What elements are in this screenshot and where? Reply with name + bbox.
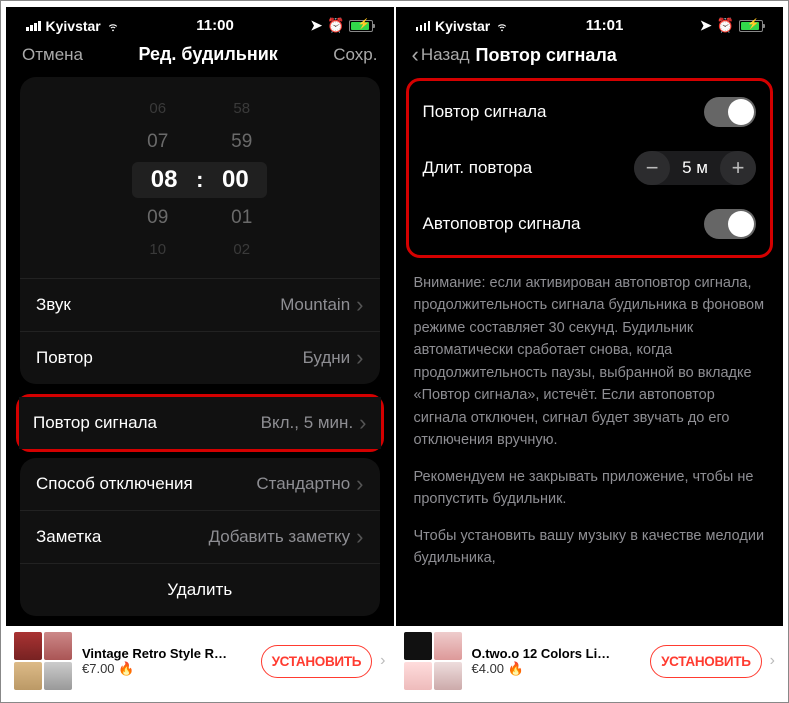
- row-duration: Длит. повтора − 5 м +: [417, 139, 763, 197]
- info-paragraph: Рекомендуем не закрывать приложение, что…: [414, 466, 766, 511]
- row-label: Автоповтор сигнала: [423, 214, 581, 234]
- ad-thumbnails: [14, 632, 74, 690]
- ad-thumbnails: [404, 632, 464, 690]
- alarm-panel-2: Способ отключения Стандартно › Заметка До…: [20, 458, 380, 616]
- ad-price: €7.00 🔥: [82, 661, 134, 676]
- chevron-right-icon: ›: [380, 652, 385, 670]
- row-snooze-toggle: Повтор сигнала: [417, 85, 763, 139]
- row-label: Повтор сигнала: [423, 102, 547, 122]
- page-title: Ред. будильник: [138, 44, 277, 65]
- phone-left: Kyivstar 11:00 ➤ ⏰ ⚡ Отмена Ред. будильн…: [6, 7, 394, 696]
- stepper-minus-button[interactable]: −: [634, 151, 670, 185]
- highlight-snooze: Повтор сигнала Вкл., 5 мин.›: [16, 394, 384, 452]
- ad-install-button[interactable]: УСТАНОВИТЬ: [261, 645, 373, 678]
- chevron-left-icon: ‹: [412, 44, 419, 66]
- picker-hour: 07: [126, 124, 190, 160]
- ad-banner[interactable]: Vintage Retro Style R… €7.00 🔥 УСТАНОВИТ…: [6, 626, 394, 696]
- picker-colon: :: [196, 167, 203, 193]
- status-bar: Kyivstar 11:00 ➤ ⏰ ⚡: [6, 7, 394, 38]
- ad-title: Vintage Retro Style R…: [82, 646, 232, 661]
- status-time: 11:01: [586, 17, 624, 34]
- nav-bar: ‹ Назад Повтор сигнала: [396, 38, 784, 78]
- picker-hour-selected[interactable]: 08: [132, 162, 196, 198]
- chevron-right-icon: ›: [356, 294, 363, 316]
- row-label: Повтор: [36, 348, 93, 368]
- row-label: Заметка: [36, 527, 101, 547]
- row-sound[interactable]: Звук Mountain ›: [20, 278, 380, 331]
- picker-min: 01: [210, 200, 274, 236]
- battery-icon: ⚡: [739, 20, 763, 32]
- wifi-icon: [106, 19, 120, 33]
- picker-min: 58: [210, 95, 274, 124]
- signal-icon: [26, 21, 41, 31]
- time-picker[interactable]: 06 07 58 59 08 : 00: [20, 77, 380, 278]
- info-paragraph: Внимание: если активирован автоповтор си…: [414, 272, 766, 452]
- location-icon: ➤: [700, 17, 712, 34]
- alarm-icon: ⏰: [717, 17, 734, 34]
- row-value: Mountain: [280, 295, 350, 315]
- nav-bar: Отмена Ред. будильник Сохр.: [6, 38, 394, 77]
- back-button[interactable]: ‹ Назад: [412, 44, 470, 66]
- page-title: Повтор сигнала: [476, 45, 617, 66]
- carrier-label: Kyivstar: [46, 18, 101, 34]
- status-bar: Kyivstar 11:01 ➤ ⏰ ⚡: [396, 7, 784, 38]
- info-text: Внимание: если активирован автоповтор си…: [396, 258, 784, 598]
- signal-icon: [416, 21, 431, 31]
- row-note[interactable]: Заметка Добавить заметку›: [20, 510, 380, 563]
- stepper-plus-button[interactable]: +: [720, 151, 756, 185]
- chevron-right-icon: ›: [356, 526, 363, 548]
- chevron-right-icon: ›: [359, 412, 366, 434]
- duration-stepper: − 5 м +: [634, 151, 756, 185]
- row-label: Повтор сигнала: [33, 413, 157, 433]
- ad-install-button[interactable]: УСТАНОВИТЬ: [650, 645, 762, 678]
- snooze-toggle[interactable]: [704, 97, 756, 127]
- autorepeat-toggle[interactable]: [704, 209, 756, 239]
- location-icon: ➤: [310, 17, 322, 34]
- row-repeat[interactable]: Повтор Будни›: [20, 331, 380, 384]
- back-label: Назад: [421, 45, 470, 65]
- row-autorepeat: Автоповтор сигнала: [417, 197, 763, 251]
- highlight-settings: Повтор сигнала Длит. повтора − 5 м + Авт…: [406, 78, 774, 258]
- ad-title: O.two.o 12 Colors Li…: [472, 646, 622, 661]
- wifi-icon: [495, 19, 509, 33]
- row-label: Способ отключения: [36, 474, 193, 494]
- alarm-panel: 06 07 58 59 08 : 00: [20, 77, 380, 384]
- row-snooze[interactable]: Повтор сигнала Вкл., 5 мин.›: [19, 397, 381, 449]
- picker-min: 02: [210, 236, 274, 265]
- delete-button[interactable]: Удалить: [20, 563, 380, 616]
- picker-min: 59: [210, 124, 274, 160]
- chevron-right-icon: ›: [356, 347, 363, 369]
- row-placeholder: Добавить заметку: [209, 527, 351, 547]
- picker-selected-row: 08 : 00: [132, 162, 267, 198]
- carrier-label: Kyivstar: [435, 18, 490, 34]
- ad-price: €4.00 🔥: [472, 661, 524, 676]
- chevron-right-icon: ›: [356, 473, 363, 495]
- status-time: 11:00: [196, 17, 234, 34]
- row-label: Звук: [36, 295, 71, 315]
- phone-right: Kyivstar 11:01 ➤ ⏰ ⚡ ‹ Назад Повтор сигн…: [396, 7, 784, 696]
- row-value: Вкл., 5 мин.: [261, 413, 354, 433]
- picker-hour: 10: [126, 236, 190, 265]
- chevron-right-icon: ›: [770, 652, 775, 670]
- alarm-icon: ⏰: [327, 17, 344, 34]
- info-paragraph: Чтобы установить вашу музыку в качестве …: [414, 525, 766, 570]
- picker-hour: 09: [126, 200, 190, 236]
- row-value: Стандартно: [256, 474, 350, 494]
- picker-hour: 06: [126, 95, 190, 124]
- cancel-button[interactable]: Отмена: [22, 45, 83, 65]
- battery-icon: ⚡: [349, 20, 373, 32]
- picker-min-selected[interactable]: 00: [203, 162, 267, 198]
- ad-banner[interactable]: O.two.o 12 Colors Li… €4.00 🔥 УСТАНОВИТЬ…: [396, 626, 784, 696]
- row-value: Будни: [303, 348, 351, 368]
- row-label: Длит. повтора: [423, 158, 533, 178]
- save-button[interactable]: Сохр.: [333, 45, 377, 65]
- stepper-value: 5 м: [670, 158, 720, 178]
- row-dismiss[interactable]: Способ отключения Стандартно ›: [20, 458, 380, 510]
